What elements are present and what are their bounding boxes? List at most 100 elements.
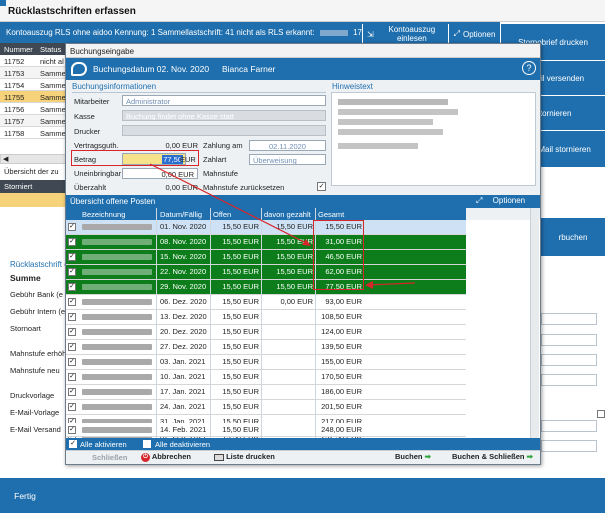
blurred-hint-text bbox=[338, 143, 418, 149]
row-checkbox[interactable]: ✓ bbox=[68, 223, 76, 231]
col-offen[interactable]: Offen bbox=[211, 208, 233, 220]
buchen-schliessen-button[interactable]: Buchen & Schließen ➡ bbox=[452, 452, 533, 461]
bg-druckvorlage-label: Druckvorlage bbox=[10, 391, 55, 400]
uneinbringbar-field[interactable]: 0,00 EUR bbox=[122, 168, 198, 179]
verbuchen-button[interactable]: rbuchen bbox=[540, 218, 605, 256]
col-gesamt[interactable]: Gesamt bbox=[316, 208, 346, 220]
grid-row[interactable]: ✓ 17. Jan. 2021 15,50 EUR 186,00 EUR bbox=[66, 385, 466, 400]
zahlart-select[interactable]: Überweisung bbox=[249, 154, 326, 165]
row-checkbox[interactable]: ✓ bbox=[68, 268, 76, 276]
bg-gebuehr-bank-label: Gebühr Bank (e bbox=[10, 290, 63, 299]
betrag-field[interactable]: 77,50 bbox=[122, 153, 186, 165]
kasse-field[interactable]: Buchung findet ohne Kasse statt bbox=[122, 110, 326, 121]
col-gezahlt[interactable]: davon gezahlt bbox=[262, 208, 313, 220]
row-checkbox[interactable]: ✓ bbox=[68, 373, 76, 381]
row-gezahlt: 15,50 EUR bbox=[276, 237, 313, 246]
grid-row[interactable]: ✓ 13. Dez. 2020 15,50 EUR 108,50 EUR bbox=[66, 310, 466, 325]
row-checkbox[interactable]: ✓ bbox=[68, 238, 76, 246]
bg-mahnstufe-neu-label: Mahnstufe neu bbox=[10, 366, 60, 375]
bg-field-right[interactable] bbox=[541, 354, 597, 366]
row-checkbox[interactable]: ✓ bbox=[68, 298, 76, 306]
alle-deaktivieren-label[interactable]: Alle deaktivieren bbox=[155, 440, 210, 449]
bg-field-right[interactable] bbox=[541, 374, 597, 386]
blurred-bezeichnung bbox=[82, 344, 152, 350]
scroll-left-icon[interactable]: ◀ bbox=[3, 156, 8, 163]
alle-aktivieren-checkbox[interactable]: ✓ bbox=[69, 440, 77, 448]
row-checkbox[interactable]: ✓ bbox=[68, 313, 76, 321]
schliessen-button[interactable]: Schließen bbox=[92, 453, 127, 462]
fertig-button[interactable]: Fertig bbox=[0, 478, 50, 513]
table-row[interactable]: 11756 Samme bbox=[0, 103, 70, 115]
buchen-schliessen-label: Buchen & Schließen bbox=[452, 452, 525, 461]
grid-row[interactable]: ✓ 29. Nov. 2020 15,50 EUR 15,50 EUR 77,5… bbox=[66, 280, 466, 295]
row-checkbox[interactable]: ✓ bbox=[68, 358, 76, 366]
col-datum[interactable]: Datum/Fällig bbox=[158, 208, 204, 220]
table-row[interactable]: 11758 Samme bbox=[0, 127, 70, 139]
bg-field-right[interactable] bbox=[541, 313, 597, 325]
grid-optionen-button[interactable]: ⤢ Optionen bbox=[476, 196, 525, 206]
row-checkbox[interactable]: ✓ bbox=[68, 328, 76, 336]
mitarbeiter-field[interactable]: Administrator bbox=[122, 95, 326, 106]
grid-scrollbar[interactable] bbox=[530, 208, 539, 438]
drucker-field[interactable] bbox=[122, 125, 326, 136]
grid-row[interactable]: ✓ 15. Nov. 2020 15,50 EUR 15,50 EUR 46,5… bbox=[66, 250, 466, 265]
grid-row[interactable]: ✓ 22. Nov. 2020 15,50 EUR 15,50 EUR 62,0… bbox=[66, 265, 466, 280]
row-gezahlt bbox=[262, 340, 315, 354]
table-row[interactable]: 11757 Samme bbox=[0, 115, 70, 127]
row-checkbox[interactable]: ✓ bbox=[68, 343, 76, 351]
bg-scrollbar[interactable]: ◀ bbox=[0, 154, 70, 164]
grid-row[interactable]: ✓ 24. Jan. 2021 15,50 EUR 201,50 EUR bbox=[66, 400, 466, 415]
bg-field-right[interactable] bbox=[541, 440, 597, 452]
blurred-bezeichnung bbox=[82, 329, 152, 335]
hinweistext-box[interactable] bbox=[331, 92, 536, 186]
table-row[interactable]: 11753 Samme bbox=[0, 67, 70, 79]
row-gezahlt bbox=[262, 400, 315, 414]
alle-aktivieren-label[interactable]: Alle aktivieren bbox=[80, 440, 127, 449]
row-checkbox[interactable]: ✓ bbox=[68, 403, 76, 411]
col-divider bbox=[156, 208, 157, 438]
section-buchungsinfo: Buchungsinformationen bbox=[72, 82, 157, 91]
col-bezeichnung[interactable]: Bezeichnung bbox=[80, 208, 127, 220]
grid-row[interactable]: ✓ 14. Feb. 2021 15,50 EUR 248,00 EUR bbox=[66, 423, 466, 437]
blurred-bezeichnung bbox=[82, 427, 152, 433]
section-hinweistext: Hinweistext bbox=[332, 82, 373, 91]
kontoauszug-suffix: 17 bbox=[353, 28, 363, 37]
table-row[interactable]: 11754 Samme bbox=[0, 79, 70, 91]
row-checkbox[interactable]: ✓ bbox=[68, 388, 76, 396]
row-datum: 15. Nov. 2020 bbox=[160, 252, 207, 261]
help-icon[interactable]: ? bbox=[522, 61, 536, 75]
app-icon bbox=[0, 0, 6, 6]
row-gezahlt: 15,50 EUR bbox=[276, 267, 313, 276]
grid-row[interactable]: ✓ 08. Nov. 2020 15,50 EUR 15,50 EUR 31,0… bbox=[66, 235, 466, 250]
mahnstufe-zurueck-checkbox[interactable]: ✓ bbox=[317, 182, 326, 191]
row-offen: 15,50 EUR bbox=[222, 282, 259, 291]
row-gezahlt: 15,50 EUR bbox=[276, 282, 313, 291]
grid-row[interactable]: ✓ 06. Dez. 2020 15,50 EUR 0,00 EUR 93,00… bbox=[66, 295, 466, 310]
table-row-selected[interactable]: 11755 Samme bbox=[0, 91, 70, 103]
row-datum: 27. Dez. 2020 bbox=[160, 342, 207, 351]
row-checkbox[interactable]: ✓ bbox=[68, 283, 76, 291]
table-row[interactable]: 11752 nicht al bbox=[0, 55, 70, 67]
bg-field-right[interactable] bbox=[541, 334, 597, 346]
buchen-button[interactable]: Buchen ➡ bbox=[395, 452, 431, 461]
grid-row[interactable]: ✓ 20. Dez. 2020 15,50 EUR 124,00 EUR bbox=[66, 325, 466, 340]
bg-checkbox[interactable] bbox=[597, 410, 605, 418]
grid-row[interactable]: ✓ 03. Jan. 2021 15,50 EUR 155,00 EUR bbox=[66, 355, 466, 370]
row-gesamt: 46,50 EUR bbox=[325, 252, 362, 261]
row-checkbox[interactable]: ✓ bbox=[68, 426, 76, 434]
kontoauszug-einlesen-button[interactable]: ⇲ Kontoauszug einlesen bbox=[362, 24, 447, 44]
bg-field-right[interactable] bbox=[541, 420, 597, 432]
bg-optionen-button[interactable]: ⤢ Optionen bbox=[448, 24, 500, 44]
row-datum: 06. Dez. 2020 bbox=[160, 297, 207, 306]
liste-drucken-button[interactable]: Liste drucken bbox=[214, 452, 275, 461]
alle-deaktivieren-checkbox[interactable] bbox=[143, 440, 151, 448]
grid-row[interactable]: ✓ 27. Dez. 2020 15,50 EUR 139,50 EUR bbox=[66, 340, 466, 355]
grid-row[interactable]: ✓ 01. Nov. 2020 15,50 EUR 15,50 EUR 15,5… bbox=[66, 220, 466, 235]
abbrechen-button[interactable]: ⏻ Abbrechen bbox=[141, 452, 191, 462]
row-checkbox[interactable]: ✓ bbox=[68, 253, 76, 261]
zahlung-am-field[interactable]: 02.11.2020 bbox=[249, 140, 326, 151]
row-offen: 15,50 EUR bbox=[222, 252, 259, 261]
zahlart-label: Zahlart bbox=[203, 155, 227, 164]
grid-row[interactable]: ✓ 10. Jan. 2021 15,50 EUR 170,50 EUR bbox=[66, 370, 466, 385]
blurred-bezeichnung bbox=[82, 404, 152, 410]
